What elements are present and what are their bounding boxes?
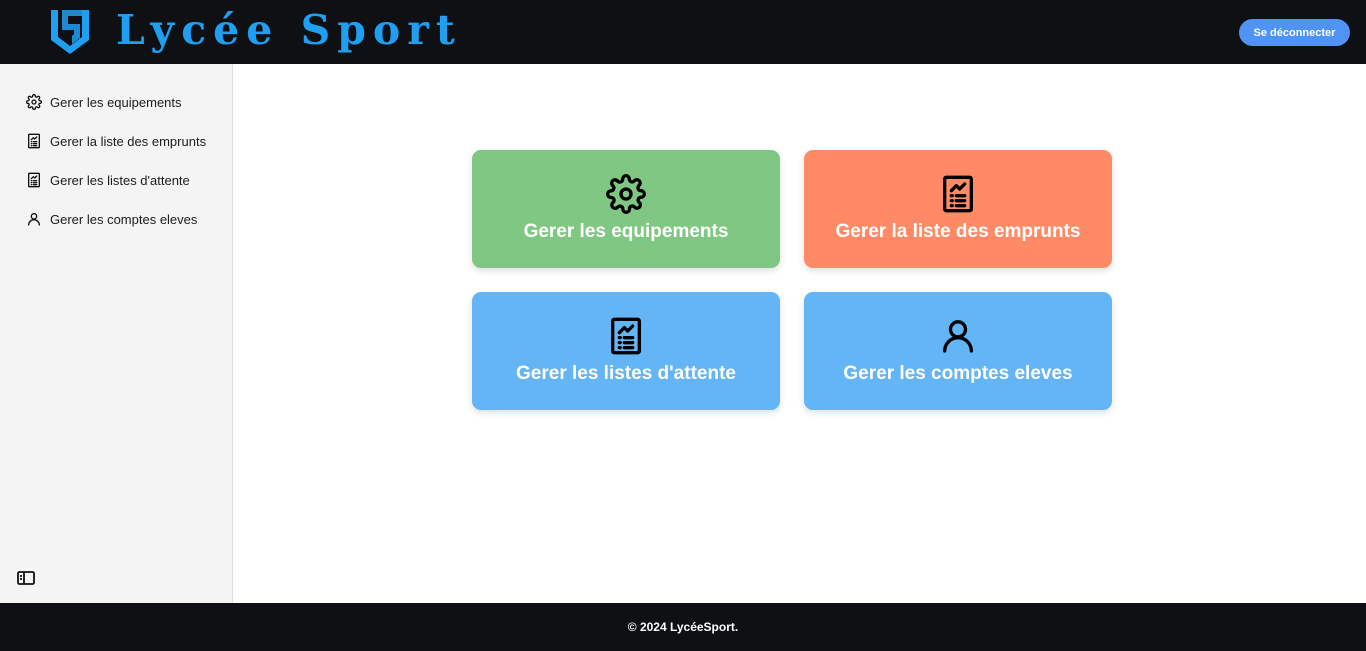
gear-icon	[606, 174, 646, 214]
user-icon	[26, 211, 42, 227]
report-icon	[606, 316, 646, 356]
sidebar-item-equipements[interactable]: Gerer les equipements	[26, 91, 182, 113]
sidebar: Gerer les equipements Gerer la liste des…	[0, 64, 233, 603]
sidebar-item-label: Gerer les equipements	[50, 94, 182, 110]
card-equipements[interactable]: Gerer les equipements	[472, 150, 780, 268]
brand-logo-icon[interactable]	[46, 6, 94, 58]
footer-copyright: © 2024 LycéeSport.	[627, 620, 739, 634]
logout-button[interactable]: Se déconnecter	[1239, 19, 1350, 46]
sidebar-toggle-icon[interactable]	[17, 570, 35, 586]
top-header: Lycée Sport Se déconnecter	[0, 0, 1366, 64]
brand-title[interactable]: Lycée Sport	[116, 4, 462, 56]
card-label: Gerer la liste des emprunts	[835, 221, 1081, 242]
report-icon	[26, 133, 42, 149]
footer: © 2024 LycéeSport.	[0, 603, 1366, 651]
report-icon	[938, 174, 978, 214]
card-label: Gerer les listes d'attente	[516, 363, 736, 384]
card-label: Gerer les equipements	[523, 221, 729, 242]
user-icon	[938, 316, 978, 356]
card-emprunts[interactable]: Gerer la liste des emprunts	[804, 150, 1112, 268]
card-label: Gerer les comptes eleves	[843, 363, 1073, 384]
sidebar-item-listes-attente[interactable]: Gerer les listes d'attente	[26, 169, 190, 191]
main-content: Gerer les equipements Gerer la liste des…	[233, 64, 1366, 603]
sidebar-item-label: Gerer les comptes eleves	[50, 211, 198, 227]
card-comptes-eleves[interactable]: Gerer les comptes eleves	[804, 292, 1112, 410]
sidebar-item-comptes-eleves[interactable]: Gerer les comptes eleves	[26, 208, 197, 230]
sidebar-item-label: Gerer la liste des emprunts	[50, 133, 207, 149]
gear-icon	[26, 94, 42, 110]
card-listes-attente[interactable]: Gerer les listes d'attente	[472, 292, 780, 410]
sidebar-item-label: Gerer les listes d'attente	[50, 172, 190, 188]
report-icon	[26, 172, 42, 188]
sidebar-item-emprunts[interactable]: Gerer la liste des emprunts	[26, 130, 206, 152]
